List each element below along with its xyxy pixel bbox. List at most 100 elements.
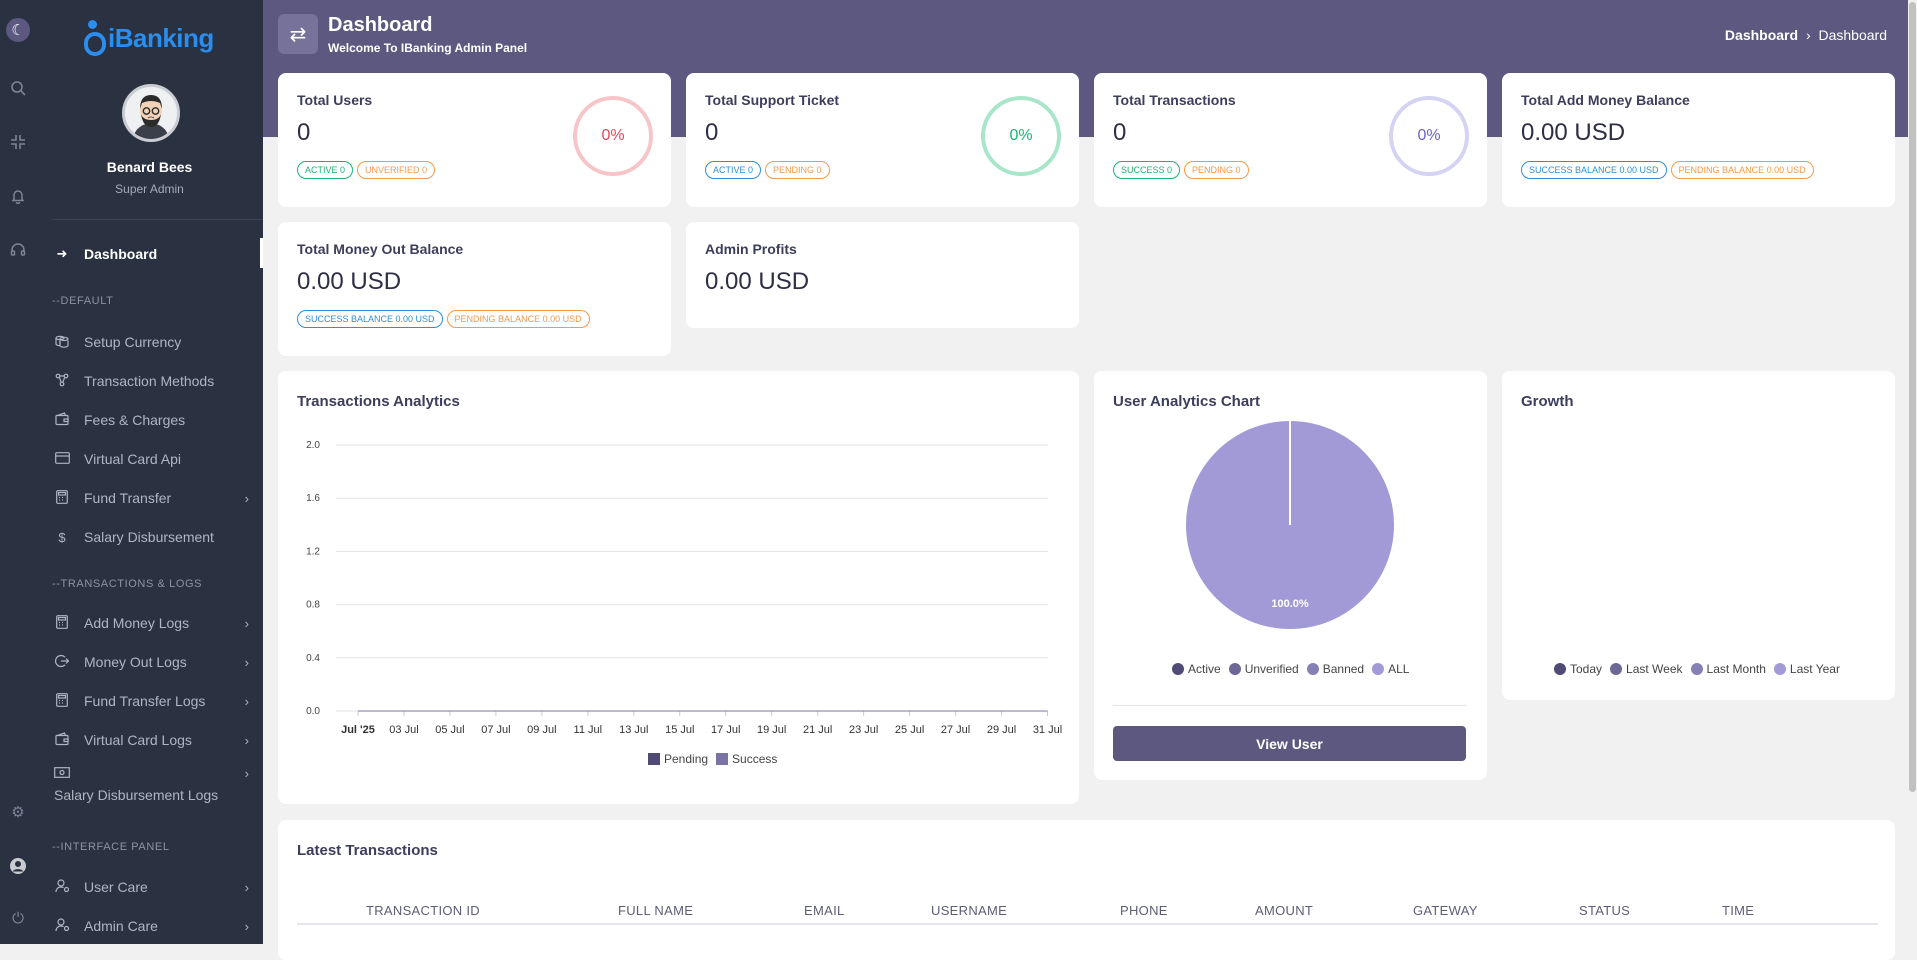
gear-icon[interactable]: ⚙ xyxy=(6,800,30,824)
column-header[interactable]: FULL NAME xyxy=(618,903,693,918)
legend-item[interactable]: ALL xyxy=(1372,662,1409,676)
column-header[interactable]: USERNAME xyxy=(931,903,1007,918)
column-header[interactable]: STATUS xyxy=(1579,903,1630,918)
legend-item[interactable]: Last Month xyxy=(1690,662,1766,676)
scrollbar-track[interactable] xyxy=(1908,0,1917,944)
sidebar-item-user-care[interactable]: User Care › xyxy=(54,873,263,901)
section-transactions: --TRANSACTIONS & LOGS xyxy=(52,578,203,590)
transactions-area-chart: 0.0 0.4 0.8 1.2 1.6 2.0 Jul '25 03 Jul 05 Jul 07 … xyxy=(306,440,1062,736)
latest-transactions-card: Latest Transactions TRANSACTION ID FULL … xyxy=(278,820,1895,960)
sidebar-toggle-button[interactable]: ⇄ xyxy=(278,14,318,54)
legend-item[interactable]: Active xyxy=(1172,662,1221,676)
table-header: TRANSACTION ID FULL NAME EMAIL USERNAME … xyxy=(297,895,1878,925)
user-circle-icon[interactable] xyxy=(6,854,30,878)
credit-card-icon xyxy=(54,451,70,467)
stat-label: Total Add Money Balance xyxy=(1521,92,1690,108)
brand-logo[interactable]: iBanking xyxy=(80,16,214,60)
legend-label: Last Year xyxy=(1789,662,1840,676)
percent-ring: 0% xyxy=(573,96,653,176)
chevron-right-icon: › xyxy=(244,732,249,748)
legend-label: Pending xyxy=(664,752,709,766)
column-header[interactable]: AMOUNT xyxy=(1255,903,1313,918)
card-title: User Analytics Chart xyxy=(1113,393,1260,410)
bell-icon[interactable] xyxy=(6,184,30,208)
theme-toggle-icon[interactable]: ☾ xyxy=(6,18,30,42)
legend-label: Banned xyxy=(1322,662,1365,676)
stat-card-add-money-balance: Total Add Money Balance 0.00 USD SUCCESS… xyxy=(1502,73,1895,207)
legend-label: Unverified xyxy=(1244,662,1299,676)
column-header[interactable]: TRANSACTION ID xyxy=(366,903,480,918)
sidebar-item-salary-disbursement[interactable]: $ Salary Disbursement xyxy=(54,523,263,551)
status-badge: PENDING 0 xyxy=(1184,161,1249,179)
fullscreen-exit-icon[interactable] xyxy=(6,130,30,154)
stat-card-support-ticket: Total Support Ticket 0 ACTIVE 0 PENDING … xyxy=(686,73,1079,207)
sidebar-item-fund-transfer[interactable]: Fund Transfer › xyxy=(54,484,263,512)
dollar-icon: $ xyxy=(58,529,66,545)
sidebar-item-setup-currency[interactable]: Setup Currency xyxy=(54,328,263,356)
chevron-right-icon: › xyxy=(244,918,249,934)
legend-item[interactable]: Unverified xyxy=(1228,662,1299,676)
chevron-right-icon: › xyxy=(244,490,249,506)
transactions-analytics-card: Transactions Analytics 0.0 0.4 0.8 1.2 1.6 2.… xyxy=(278,371,1079,804)
sidebar-item-transaction-methods[interactable]: Transaction Methods xyxy=(54,367,263,395)
percent-ring: 0% xyxy=(981,96,1061,176)
main-content: ⇄ Dashboard Welcome To IBanking Admin Pa… xyxy=(263,0,1917,960)
sidebar-item-label: Fees & Charges xyxy=(84,412,186,428)
legend-item[interactable]: Pending xyxy=(648,752,708,766)
stat-label: Total Transactions xyxy=(1113,92,1236,108)
scrollbar-thumb[interactable] xyxy=(1909,2,1916,792)
column-header[interactable]: TIME xyxy=(1722,903,1754,918)
status-badge: PENDING BALANCE 0.00 USD xyxy=(1670,161,1814,179)
stat-value: 0 xyxy=(705,119,719,146)
legend-swatch xyxy=(1773,663,1786,675)
sidebar-item-virtual-card-api[interactable]: Virtual Card Api xyxy=(54,445,263,473)
y-tick-label: 1.2 xyxy=(306,546,320,557)
legend-label: Last Week xyxy=(1626,662,1683,676)
card-title: Growth xyxy=(1521,393,1574,410)
legend-item[interactable]: Last Year xyxy=(1773,662,1840,676)
view-user-button[interactable]: View User xyxy=(1113,726,1466,761)
sidebar-item-label: Dashboard xyxy=(84,246,158,262)
legend-item[interactable]: Success xyxy=(716,752,777,766)
x-tick-label: 09 Jul xyxy=(527,724,556,736)
chart-legend: Pending Success xyxy=(648,752,777,766)
x-tick-label: 23 Jul xyxy=(849,724,878,736)
avatar[interactable] xyxy=(122,84,180,142)
sidebar-item-virtual-card-logs[interactable]: Virtual Card Logs › xyxy=(54,726,263,754)
sidebar-item-admin-care[interactable]: Admin Care › xyxy=(54,912,263,940)
stat-value: 0.00 USD xyxy=(1521,119,1626,146)
x-tick-label: 07 Jul xyxy=(481,724,510,736)
power-icon[interactable]: ⏻ xyxy=(6,906,30,930)
legend-item[interactable]: Banned xyxy=(1306,662,1365,676)
chevron-right-icon: › xyxy=(244,615,249,631)
column-header[interactable]: EMAIL xyxy=(804,903,845,918)
sidebar-item-salary-disbursement-logs[interactable]: Salary Disbursement Logs › xyxy=(54,764,263,814)
legend-item[interactable]: Last Week xyxy=(1610,662,1683,676)
x-tick-label: 17 Jul xyxy=(711,724,740,736)
sidebar-item-dashboard[interactable]: ➜ Dashboard xyxy=(54,240,263,268)
sidebar-item-fees-charges[interactable]: Fees & Charges xyxy=(54,406,263,434)
headset-icon[interactable] xyxy=(6,238,30,262)
sidebar-item-money-out-logs[interactable]: Money Out Logs › xyxy=(54,648,263,676)
column-header[interactable]: PHONE xyxy=(1120,903,1168,918)
x-tick-label: 19 Jul xyxy=(757,724,786,736)
sidebar-item-fund-transfer-logs[interactable]: Fund Transfer Logs › xyxy=(54,687,263,715)
x-tick-label: 29 Jul xyxy=(987,724,1016,736)
x-tick-label: 05 Jul xyxy=(435,724,464,736)
breadcrumb-link[interactable]: Dashboard xyxy=(1725,27,1798,43)
search-icon[interactable] xyxy=(6,76,30,100)
stat-card-money-out-balance: Total Money Out Balance 0.00 USD SUCCESS… xyxy=(278,222,671,356)
legend-item[interactable]: Today xyxy=(1554,662,1602,676)
column-header[interactable]: GATEWAY xyxy=(1413,903,1478,918)
pie-data-label: 100.0% xyxy=(1271,598,1309,610)
sidebar-item-add-money-logs[interactable]: Add Money Logs › xyxy=(54,609,263,637)
legend-swatch xyxy=(1372,663,1385,675)
page-subtitle: Welcome To IBanking Admin Panel xyxy=(328,41,528,55)
status-badge: SUCCESS BALANCE 0.00 USD xyxy=(1521,161,1667,179)
money-bill-icon xyxy=(54,766,70,781)
status-badge: ACTIVE 0 xyxy=(705,161,762,179)
breadcrumb: Dashboard › Dashboard xyxy=(1725,27,1887,43)
user-analytics-card: User Analytics Chart 100.0% Active Unver… xyxy=(1094,371,1487,780)
stat-label: Total Support Ticket xyxy=(705,92,840,108)
chart-legend: Today Last Week Last Month Last Year xyxy=(1554,662,1840,676)
